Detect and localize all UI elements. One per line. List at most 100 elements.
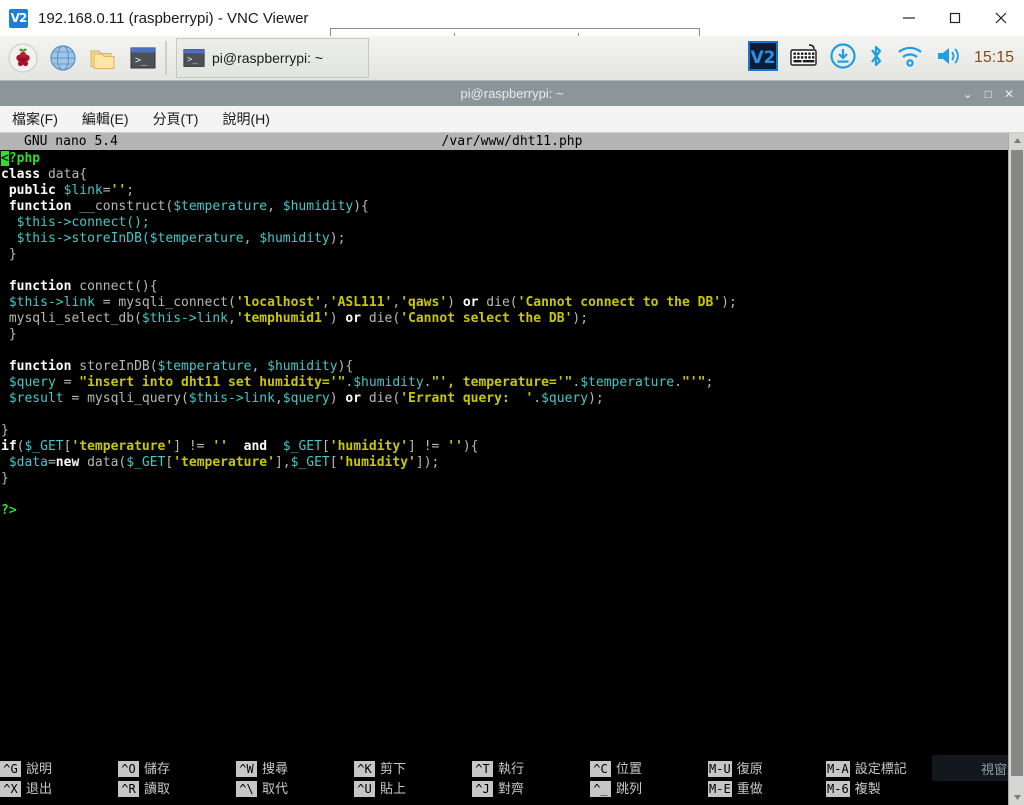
wifi-icon[interactable] bbox=[896, 44, 924, 73]
shortcut-item[interactable]: ^R 讀取 bbox=[118, 779, 236, 799]
terminal-icon[interactable]: >_ bbox=[124, 38, 162, 78]
close-icon[interactable] bbox=[978, 0, 1024, 36]
code-token: ) bbox=[329, 391, 346, 406]
shortcut-item[interactable]: ^K 剪下 bbox=[354, 759, 472, 779]
taskbar-window-button-terminal[interactable]: >_ pi@raspberrypi: ~ bbox=[176, 38, 369, 78]
terminal-titlebar: pi@raspberrypi: ~ ⌄ □ ✕ bbox=[0, 81, 1024, 106]
terminal-minimize-icon[interactable]: ⌄ bbox=[963, 88, 973, 100]
code-token: ?php bbox=[8, 151, 41, 166]
scrollbar-thumb[interactable] bbox=[1011, 150, 1023, 776]
file-manager-icon[interactable] bbox=[84, 38, 122, 78]
shortcut-label: 讀取 bbox=[144, 781, 171, 796]
nano-text-area[interactable]: <?php class data{ public $link=''; functi… bbox=[0, 150, 1008, 751]
shortcut-key: ^\ bbox=[236, 781, 257, 797]
code-line: $this->connect(); bbox=[0, 215, 1008, 231]
code-token: ){ bbox=[462, 439, 479, 454]
menu-file[interactable]: 檔案(F) bbox=[8, 107, 62, 131]
code-token: ) bbox=[329, 311, 346, 326]
shortcut-item[interactable]: ^W 搜尋 bbox=[236, 759, 354, 779]
shortcut-label: 說明 bbox=[26, 761, 53, 776]
shortcut-key: ^C bbox=[590, 761, 611, 777]
taskbar-launchers: >_ bbox=[0, 38, 162, 78]
maximize-icon[interactable] bbox=[932, 0, 978, 36]
menu-help[interactable]: 說明(H) bbox=[218, 107, 273, 131]
scroll-down-icon[interactable] bbox=[1009, 790, 1024, 805]
code-token: or bbox=[462, 295, 479, 310]
shortcut-item[interactable]: ^U 貼上 bbox=[354, 779, 472, 799]
shortcut-item[interactable]: M-6 複製 bbox=[826, 779, 944, 799]
taskbar-clock[interactable]: 15:15 bbox=[974, 49, 1014, 67]
code-line: <?php bbox=[0, 151, 1008, 167]
shortcut-item[interactable]: ^G 說明 bbox=[0, 759, 118, 779]
code-token: . bbox=[533, 391, 542, 406]
shortcut-item[interactable]: ^T 執行 bbox=[472, 759, 590, 779]
shortcut-item[interactable]: ^O 儲存 bbox=[118, 759, 236, 779]
vnc-server-icon[interactable]: V2 bbox=[747, 40, 778, 76]
shortcut-item[interactable]: ^X 退出 bbox=[0, 779, 118, 799]
code-token: } bbox=[1, 471, 9, 486]
code-token: $humidity bbox=[259, 231, 330, 246]
vnc-viewer-window: V2 192.168.0.11 (raspberrypi) - VNC View… bbox=[0, 0, 1024, 805]
keyboard-icon[interactable] bbox=[789, 43, 819, 74]
bluetooth-icon[interactable] bbox=[867, 43, 885, 74]
code-line: class data{ bbox=[0, 167, 1008, 183]
shortcut-column: M-U 復原 M-E 重做 bbox=[708, 759, 826, 799]
update-icon[interactable] bbox=[830, 42, 856, 74]
code-token: $_GET bbox=[24, 439, 64, 454]
code-token: 'temphumid1' bbox=[235, 311, 330, 326]
scroll-up-icon[interactable] bbox=[1009, 133, 1024, 148]
code-line: public $link=''; bbox=[0, 183, 1008, 199]
code-line: function connect(){ bbox=[0, 279, 1008, 295]
code-token: } bbox=[1, 423, 9, 438]
lxde-taskbar: >_ >_ pi@raspberrypi: ~ V2 15:15 bbox=[0, 36, 1024, 81]
terminal-close-icon[interactable]: ✕ bbox=[1004, 88, 1014, 100]
code-token: '' bbox=[447, 439, 463, 454]
web-browser-icon[interactable] bbox=[44, 38, 82, 78]
code-token: function bbox=[8, 199, 72, 214]
terminal-scrollbar[interactable] bbox=[1008, 133, 1024, 805]
shortcut-item[interactable]: ^_ 跳列 bbox=[590, 779, 708, 799]
code-token: ->link bbox=[181, 311, 228, 326]
code-token: = bbox=[55, 375, 80, 390]
code-token: die( bbox=[361, 391, 401, 406]
vnc-logo-icon: V2 bbox=[9, 8, 28, 28]
shortcut-item[interactable]: M-E 重做 bbox=[708, 779, 826, 799]
code-token: $this bbox=[188, 391, 228, 406]
menu-edit[interactable]: 編輯(E) bbox=[78, 107, 133, 131]
code-token: die( bbox=[361, 311, 401, 326]
code-line: if($_GET['temperature'] != '' and $_GET[… bbox=[0, 439, 1008, 455]
shortcut-item[interactable]: ^J 對齊 bbox=[472, 779, 590, 799]
minimize-icon[interactable] bbox=[886, 0, 932, 36]
shortcut-key: ^J bbox=[472, 781, 493, 797]
shortcut-label: 跳列 bbox=[616, 781, 643, 796]
raspberry-menu-icon[interactable] bbox=[4, 38, 42, 78]
code-token: 'temperature' bbox=[71, 439, 174, 454]
shortcut-key: ^K bbox=[354, 761, 375, 777]
shortcut-column: ^G 說明 ^X 退出 bbox=[0, 759, 118, 799]
shortcut-key: ^O bbox=[118, 761, 139, 777]
code-token: data{ bbox=[40, 167, 88, 182]
code-token: ->link bbox=[47, 295, 95, 310]
shortcut-item[interactable]: M-A 設定標記 bbox=[826, 759, 944, 779]
shortcut-column: M-A 設定標記 M-6 複製 bbox=[826, 759, 944, 799]
terminal-maximize-icon[interactable]: □ bbox=[985, 88, 992, 100]
code-token: , bbox=[228, 311, 236, 326]
shortcut-item[interactable]: ^C 位置 bbox=[590, 759, 708, 779]
code-line: } bbox=[0, 423, 1008, 439]
code-token: $query bbox=[282, 391, 330, 406]
code-token: 'Cannot connect to the DB' bbox=[517, 295, 722, 310]
code-token: ] != bbox=[408, 439, 448, 454]
shortcut-item[interactable]: M-U 復原 bbox=[708, 759, 826, 779]
volume-icon[interactable] bbox=[935, 44, 963, 73]
taskbar-window-list-empty bbox=[369, 38, 748, 78]
taskbar-window-button-label: pi@raspberrypi: ~ bbox=[212, 50, 324, 66]
menu-tabs[interactable]: 分頁(T) bbox=[149, 107, 203, 131]
shortcut-item[interactable]: ^\ 取代 bbox=[236, 779, 354, 799]
code-token: $humidity bbox=[353, 375, 424, 390]
